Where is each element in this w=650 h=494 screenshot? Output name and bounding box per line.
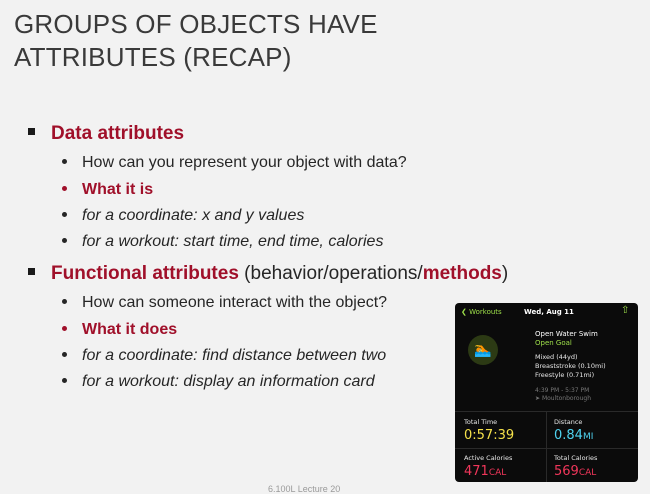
workout-info-card: ❮ Workouts Wed, Aug 11 ⇧ 🏊 Open Water Sw… — [455, 303, 638, 482]
active-calories-number: 471 — [464, 464, 489, 479]
list-item: for a workout: start time, end time, cal… — [62, 233, 383, 251]
list-item-text: for a workout: start time, end time, cal… — [82, 233, 384, 250]
distance-unit: MI — [582, 432, 594, 442]
slide-title: GROUPS OF OBJECTS HAVE ATTRIBUTES (RECAP… — [14, 8, 378, 74]
workout-detail: Freestyle (0.71mi) — [535, 371, 595, 379]
workout-time-range: 4:39 PM - 5:37 PM — [535, 387, 590, 394]
bullet-icon — [62, 238, 67, 244]
square-bullet-icon — [28, 128, 35, 136]
section-heading: Functional attributes — [51, 263, 239, 284]
list-item-text: for a coordinate: x and y values — [82, 207, 305, 224]
bullet-icon — [62, 186, 67, 192]
active-calories-unit: CAL — [488, 468, 507, 478]
list-item: What it does — [62, 321, 177, 339]
bullet-icon — [62, 212, 67, 218]
share-icon[interactable]: ⇧ — [621, 305, 629, 316]
card-header: ❮ Workouts Wed, Aug 11 ⇧ — [455, 303, 638, 321]
chevron-left-icon: ❮ — [461, 308, 467, 316]
total-calories-label: Total Calories — [554, 454, 598, 462]
list-item-text: How can someone interact with the object… — [82, 294, 388, 311]
list-item-text: for a workout: display an information ca… — [82, 373, 375, 390]
list-item: for a coordinate: x and y values — [62, 207, 304, 225]
section-heading-end: ) — [501, 263, 509, 284]
list-item: for a workout: display an information ca… — [62, 373, 375, 391]
card-date: Wed, Aug 11 — [524, 308, 574, 316]
workout-location: ➤ Moultonborough — [535, 395, 591, 402]
back-button[interactable]: ❮ Workouts — [461, 308, 502, 316]
bullet-icon — [62, 159, 67, 165]
workout-goal: Open Goal — [535, 339, 572, 347]
bullet-icon — [62, 299, 67, 305]
square-bullet-icon — [28, 268, 35, 276]
total-time-value: 0:57:39 — [464, 428, 515, 443]
location-arrow-icon: ➤ — [535, 395, 541, 402]
bullet-icon — [62, 352, 67, 358]
divider — [546, 411, 547, 482]
back-label: Workouts — [469, 308, 502, 316]
total-time-label: Total Time — [464, 418, 498, 426]
list-item: What it is — [62, 181, 153, 199]
total-calories-unit: CAL — [578, 468, 597, 478]
distance-number: 0.84 — [554, 428, 583, 443]
section-heading: Data attributes — [51, 123, 185, 144]
section-heading-methods: methods — [422, 263, 502, 284]
bullet-icon — [62, 326, 67, 332]
slide-footer: 6.100L Lecture 20 — [268, 484, 341, 494]
section-data-attributes: Data attributes — [28, 123, 184, 145]
list-item: How can someone interact with the object… — [62, 294, 387, 312]
list-item-text: What it does — [82, 321, 178, 338]
list-item-text: How can you represent your object with d… — [82, 154, 407, 171]
title-line-1: GROUPS OF OBJECTS HAVE — [14, 9, 378, 39]
total-calories-value: 569CAL — [554, 464, 596, 479]
swimmer-icon: 🏊 — [468, 335, 498, 365]
distance-label: Distance — [554, 418, 583, 426]
list-item: How can you represent your object with d… — [62, 154, 407, 172]
list-item-text: for a coordinate: find distance between … — [82, 347, 387, 364]
distance-value: 0.84MI — [554, 428, 593, 443]
section-heading-mid: (behavior/operations/ — [238, 263, 423, 284]
list-item-text: What it is — [82, 181, 154, 198]
workout-location-text: Moultonborough — [541, 395, 591, 402]
workout-name: Open Water Swim — [535, 330, 598, 338]
workout-detail: Breaststroke (0.10mi) — [535, 362, 606, 370]
total-calories-number: 569 — [554, 464, 579, 479]
list-item: for a coordinate: find distance between … — [62, 347, 386, 365]
workout-detail: Mixed (44yd) — [535, 353, 578, 361]
title-line-2: ATTRIBUTES (RECAP) — [14, 42, 292, 72]
bullet-icon — [62, 378, 67, 384]
active-calories-label: Active Calories — [464, 454, 513, 462]
section-functional-attributes: Functional attributes (behavior/operatio… — [28, 263, 508, 285]
active-calories-value: 471CAL — [464, 464, 506, 479]
divider — [455, 448, 638, 449]
